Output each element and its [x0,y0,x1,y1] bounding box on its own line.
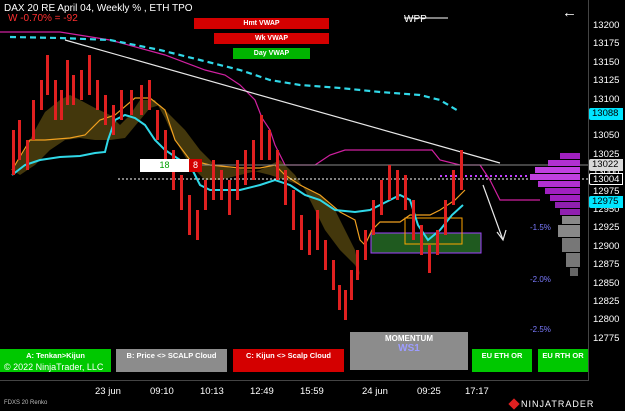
price-axis-line [588,0,589,380]
pct-label: -2.0% [530,275,551,284]
price-tick: 12925 [593,222,620,234]
price-tick: 12875 [593,259,620,271]
price-scalp-cloud-button[interactable]: B: Price <> SCALP Cloud [116,349,227,372]
time-label: 15:59 [300,386,324,397]
price-badge-12975: 12975 [589,196,623,208]
time-label: 12:49 [250,386,274,397]
wk-vwap-tag: Wk VWAP [214,33,329,44]
price-tick: 12825 [593,296,620,307]
ninjatrader-logo-icon [508,398,520,410]
time-label: 24 jun [362,386,388,397]
price-badge-13004: 13004 [589,173,623,185]
price-badge-13022: 13022 [589,159,623,171]
price-tick: 12975 [593,185,620,197]
brand-logo: NINJATRADER [508,398,595,410]
scalp-cloud [12,95,360,275]
time-label: 17:17 [465,386,489,397]
pct-label: -1.5% [530,223,551,232]
momentum-value: WS1 [398,343,420,354]
instrument-label: FDXS 20 Renko [4,400,48,406]
time-label: 23 jun [95,386,121,397]
time-label: 09:10 [150,386,174,397]
back-arrow-icon[interactable]: ← [562,4,577,21]
trend-arrow [482,184,504,241]
price-tick: 12775 [593,332,620,344]
price-tick: 13175 [593,38,620,50]
price-tick: 13200 [593,20,620,31]
renko-bars [12,55,463,320]
counter-right: 8 [189,159,202,172]
weekly-change: W -0.70% = -92 [8,13,78,24]
time-label: 09:25 [417,386,441,397]
volume-profile [530,153,580,276]
momentum-title: MOMENTUM [385,334,433,343]
hmt-vwap-tag: Hmt VWAP [194,18,329,29]
copyright-text: © 2022 NinjaTrader, LLC [4,362,104,372]
wpp-label: WPP [404,14,427,25]
chart-window: DAX 20 RE April 04, Weekly % , ETH TPO W… [0,0,625,411]
time-axis-line [0,380,589,381]
momentum-panel: MOMENTUM WS1 [350,332,468,370]
price-tick: 13050 [593,130,620,142]
price-tick: 13150 [593,56,620,68]
pct-label: -2.5% [530,325,551,334]
price-tick: 13100 [593,93,620,105]
day-vwap-tag: Day VWAP [233,48,310,59]
price-tick: 12800 [593,314,620,326]
eu-eth-or-button[interactable]: EU ETH OR [472,349,532,372]
price-badge-13088: 13088 [589,108,623,120]
price-tick: 12900 [593,240,620,252]
kijun-scalp-cloud-button[interactable]: C: Kijun <> Scalp Cloud [233,349,344,372]
eu-rth-or-button[interactable]: EU RTH OR [538,349,588,372]
price-tick: 13125 [593,75,620,87]
counter-left: 18 [140,159,189,172]
brand-name: NINJATRADER [521,399,595,409]
price-tick: 12850 [593,277,620,289]
time-label: 10:13 [200,386,224,397]
